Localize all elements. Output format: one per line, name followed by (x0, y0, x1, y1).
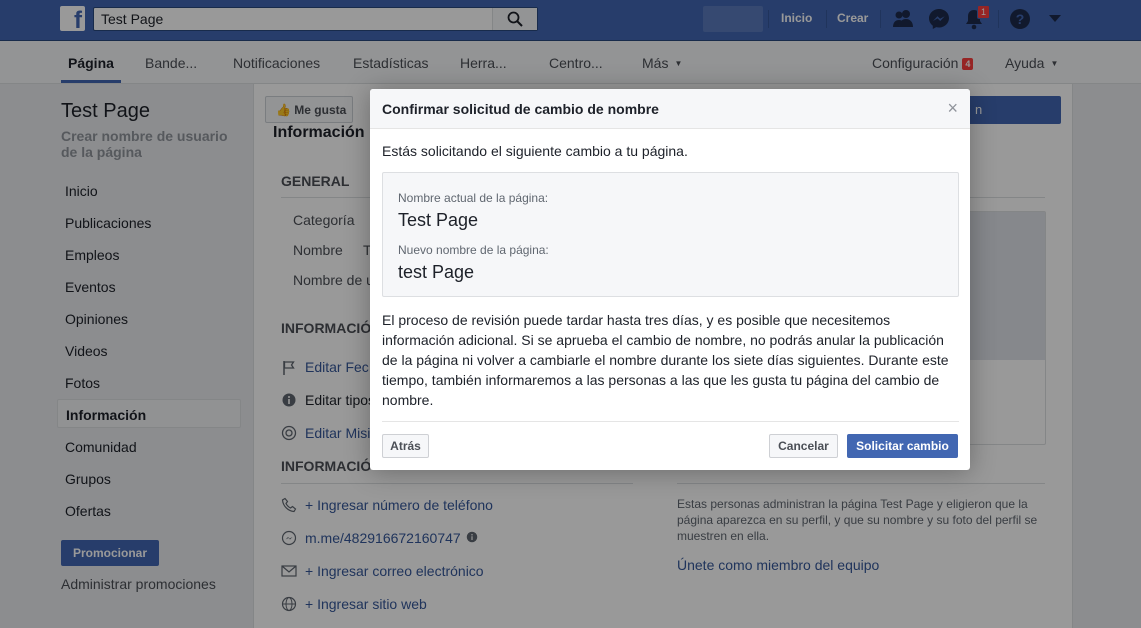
new-name-label: Nuevo nombre de la página: (398, 243, 549, 257)
name-change-summary: Nombre actual de la página: Test Page Nu… (382, 172, 959, 297)
cancel-button[interactable]: Cancelar (769, 434, 838, 458)
close-icon[interactable]: × (947, 99, 958, 117)
current-name-value: Test Page (398, 210, 479, 230)
current-name-label: Nombre actual de la página: (398, 191, 549, 205)
dialog-header: Confirmar solicitud de cambio de nombre … (370, 89, 970, 129)
back-button[interactable]: Atrás (382, 434, 429, 458)
name-change-dialog: Confirmar solicitud de cambio de nombre … (370, 89, 970, 470)
dialog-intro: Estás solicitando el siguiente cambio a … (382, 143, 688, 159)
dialog-title: Confirmar solicitud de cambio de nombre (382, 101, 659, 117)
new-name-value: test Page (398, 262, 475, 282)
request-change-button[interactable]: Solicitar cambio (847, 434, 958, 458)
divider (382, 421, 959, 422)
dialog-body-text: El proceso de revisión puede tardar hast… (382, 312, 949, 408)
